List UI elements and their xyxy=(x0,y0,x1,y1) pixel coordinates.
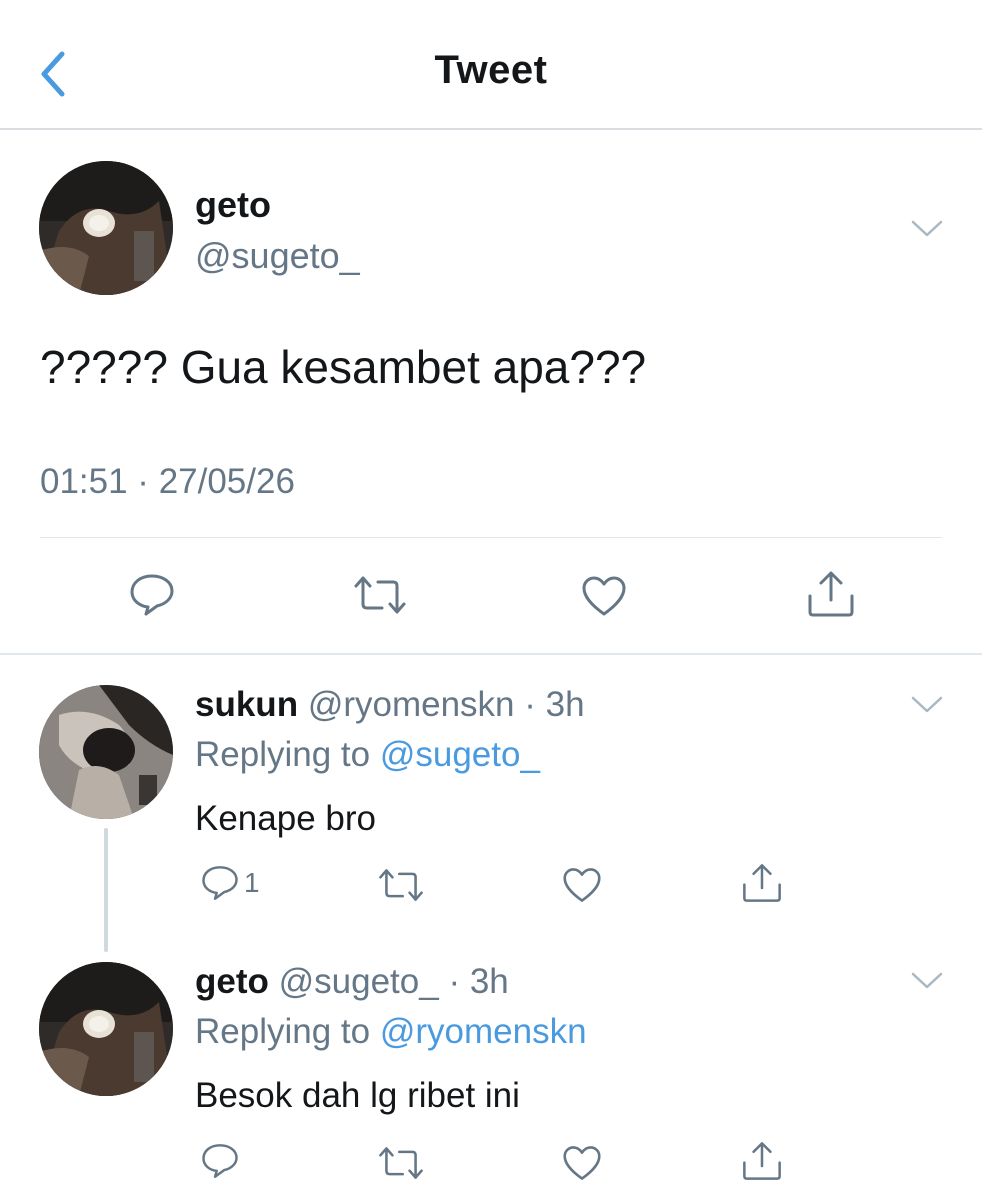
reply-button[interactable] xyxy=(200,1142,240,1180)
chevron-down-icon xyxy=(911,972,943,989)
reply-author-name[interactable]: sukun xyxy=(195,685,298,724)
reply-icon xyxy=(202,1144,238,1178)
mention-link[interactable]: @ryomenskn xyxy=(380,1012,587,1051)
reply-button[interactable]: 1 xyxy=(200,864,260,902)
reply-icon xyxy=(130,574,174,616)
retweet-icon xyxy=(379,1147,423,1179)
like-button[interactable] xyxy=(561,1144,603,1182)
thread-connector xyxy=(104,828,108,952)
author-handle[interactable]: @sugeto_ xyxy=(195,235,360,277)
reply-text: Kenape bro xyxy=(195,799,376,838)
retweet-button[interactable] xyxy=(377,867,425,903)
chevron-down-icon xyxy=(911,220,943,237)
avatar[interactable] xyxy=(39,161,173,295)
top-bar: Tweet xyxy=(0,0,982,130)
share-icon xyxy=(743,864,781,902)
tweet-menu-button[interactable] xyxy=(907,690,947,720)
avatar[interactable] xyxy=(39,685,173,819)
section-divider xyxy=(0,653,982,655)
reply-time: 3h xyxy=(545,685,585,724)
tweet-menu-button[interactable] xyxy=(907,966,947,996)
tweet-timestamp[interactable]: 01:51 · 27/05/26 xyxy=(40,462,295,502)
share-icon xyxy=(743,1142,781,1180)
reply-author-handle[interactable]: @sugeto_ xyxy=(279,962,439,1001)
tweet-text: ????? Gua kesambet apa??? xyxy=(40,341,647,393)
reply-icon xyxy=(202,866,238,900)
avatar-photo xyxy=(39,685,173,819)
like-icon xyxy=(582,576,626,616)
reply-author-name[interactable]: geto xyxy=(195,962,269,1001)
tweet-menu-button[interactable] xyxy=(907,214,947,244)
like-button[interactable] xyxy=(561,866,603,904)
like-button[interactable] xyxy=(580,574,628,618)
avatar[interactable] xyxy=(39,962,173,1096)
retweet-icon xyxy=(379,869,423,901)
reply-author-handle[interactable]: @ryomenskn xyxy=(308,685,515,724)
retweet-icon xyxy=(354,576,406,614)
replying-to-label: Replying to xyxy=(195,1012,371,1051)
reply-header: sukun @ryomenskn · 3h xyxy=(195,685,585,725)
like-icon xyxy=(563,1146,601,1180)
reply-count: 1 xyxy=(244,867,260,898)
reply-header: geto @sugeto_ · 3h xyxy=(195,962,509,1002)
retweet-button[interactable] xyxy=(377,1145,425,1181)
like-icon xyxy=(563,868,601,902)
reply-text: Besok dah lg ribet ini xyxy=(195,1076,520,1115)
share-button[interactable] xyxy=(741,862,783,904)
separator-dot: · xyxy=(524,685,536,724)
reply-time: 3h xyxy=(469,962,509,1001)
author-name[interactable]: geto xyxy=(195,184,271,226)
separator-dot: · xyxy=(448,962,461,1001)
avatar-photo xyxy=(39,962,173,1096)
replying-to: Replying to @sugeto_ xyxy=(195,735,540,775)
chevron-down-icon xyxy=(911,696,943,713)
avatar-photo xyxy=(39,161,173,295)
share-icon xyxy=(808,571,854,617)
replying-to-label: Replying to xyxy=(195,735,371,774)
page-title: Tweet xyxy=(434,48,548,92)
retweet-button[interactable] xyxy=(352,574,408,616)
mention-link[interactable]: @sugeto_ xyxy=(380,735,540,774)
reply-button[interactable] xyxy=(128,572,176,618)
share-button[interactable] xyxy=(741,1140,783,1182)
share-button[interactable] xyxy=(806,570,856,618)
divider xyxy=(40,537,942,538)
replying-to: Replying to @ryomenskn xyxy=(195,1012,587,1052)
